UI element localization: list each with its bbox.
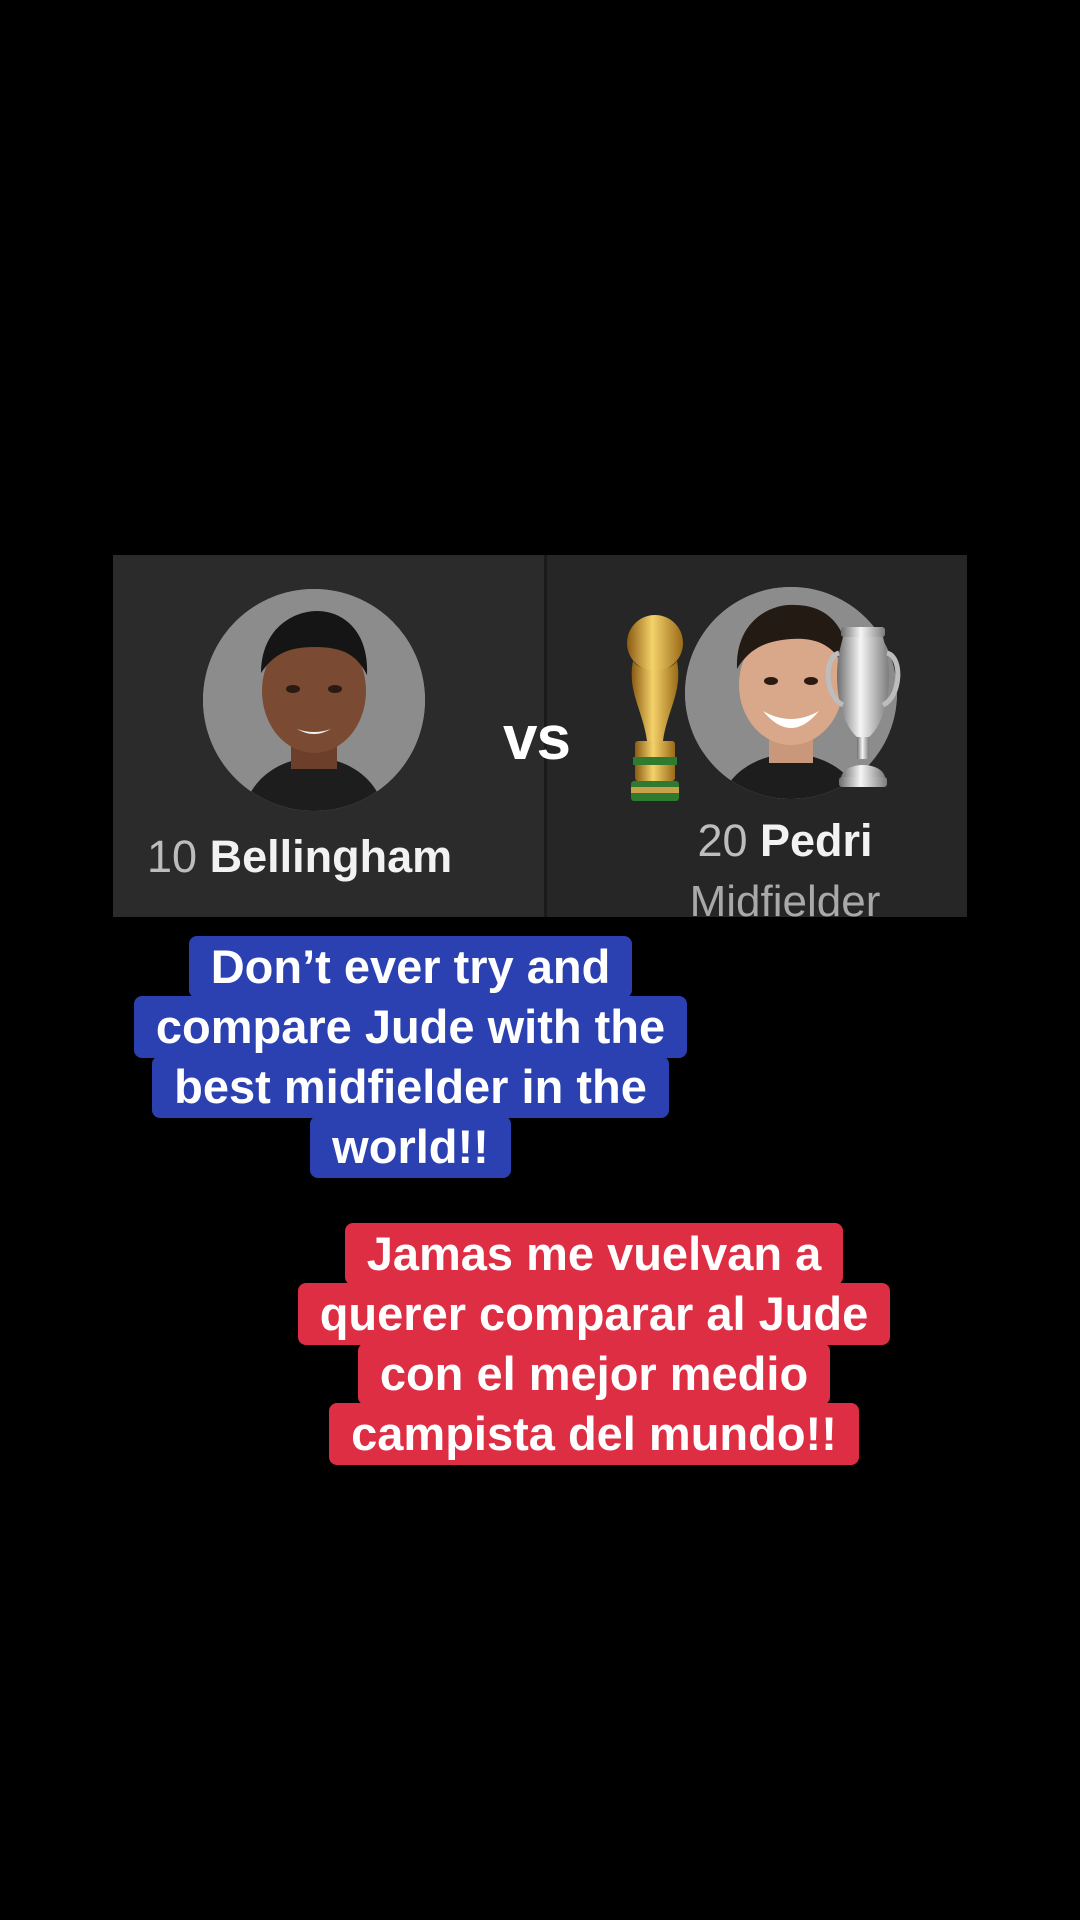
right-player-panel: 20 Pedri Midfielder	[547, 555, 967, 917]
euro-trophy-icon	[823, 627, 903, 796]
caption-line: compare Jude with the	[133, 996, 688, 1058]
caption-line: con el mejor medio	[357, 1343, 831, 1405]
caption-line: best midfielder in the	[152, 1056, 669, 1118]
right-player-number: 20	[697, 815, 748, 866]
world-cup-trophy-icon	[613, 611, 697, 812]
spanish-caption: Jamas me vuelvan a querer comparar al Ju…	[286, 1223, 902, 1465]
versus-label: vs	[503, 704, 571, 773]
player-photo-icon	[203, 589, 425, 811]
left-player-panel: 10 Bellingham	[113, 555, 544, 917]
right-player-name: Pedri	[760, 815, 873, 866]
bellingham-avatar	[203, 589, 425, 811]
caption-line: campista del mundo!!	[329, 1403, 859, 1465]
player-comparison-card: 10 Bellingham 20 Pedri Midfielder vs	[113, 555, 967, 917]
left-player-number: 10	[147, 831, 198, 882]
caption-line: Don’t ever try and	[188, 936, 633, 998]
caption-line: querer comparar al Jude	[297, 1283, 891, 1345]
video-frame: 10 Bellingham 20 Pedri Midfielder vs Don…	[0, 0, 1080, 1920]
caption-line: world!!	[310, 1116, 511, 1178]
caption-line: Jamas me vuelvan a	[344, 1223, 844, 1285]
left-player-label: 10 Bellingham	[147, 831, 452, 883]
english-caption: Don’t ever try and compare Jude with the…	[97, 936, 724, 1178]
left-player-name: Bellingham	[209, 831, 453, 882]
right-player-position: Midfielder	[689, 877, 881, 917]
